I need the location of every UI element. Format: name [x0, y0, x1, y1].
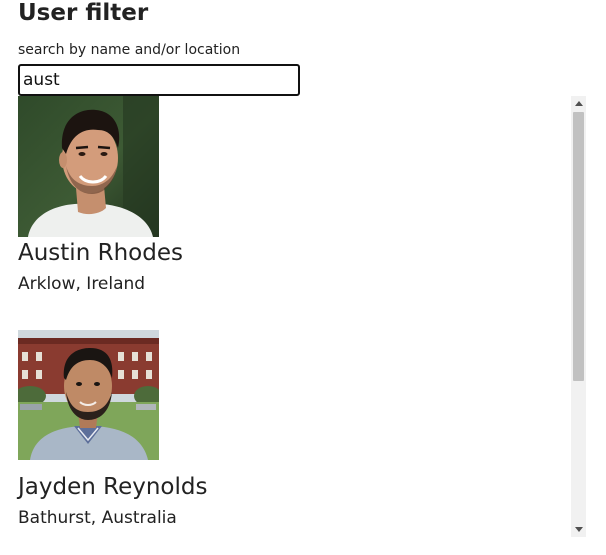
user-location: Arklow, Ireland	[18, 274, 146, 294]
scrollbar-thumb[interactable]	[573, 112, 584, 381]
results-list[interactable]: Austin Rhodes Arklow, Ireland Jayden Rey…	[0, 96, 586, 537]
user-name: Jayden Reynolds	[18, 474, 208, 500]
user-photo-image	[18, 330, 159, 460]
user-name: Austin Rhodes	[18, 240, 183, 266]
user-photo-image	[18, 96, 159, 237]
user-location: Bathurst, Australia	[18, 508, 177, 528]
user-photo	[18, 96, 159, 237]
page-title: User filter	[18, 0, 149, 26]
list-item: Jayden Reynolds Bathurst, Australia	[18, 330, 538, 529]
search-input[interactable]	[18, 64, 300, 96]
search-label: search by name and/or location	[18, 42, 241, 58]
list-item: Austin Rhodes Arklow, Ireland	[18, 96, 538, 295]
user-photo	[18, 330, 159, 471]
scroll-down-arrow-icon[interactable]	[571, 522, 586, 537]
scrollbar[interactable]	[571, 96, 586, 537]
user-filter-page: User filter search by name and/or locati…	[0, 0, 606, 555]
scroll-up-arrow-icon[interactable]	[571, 96, 586, 111]
